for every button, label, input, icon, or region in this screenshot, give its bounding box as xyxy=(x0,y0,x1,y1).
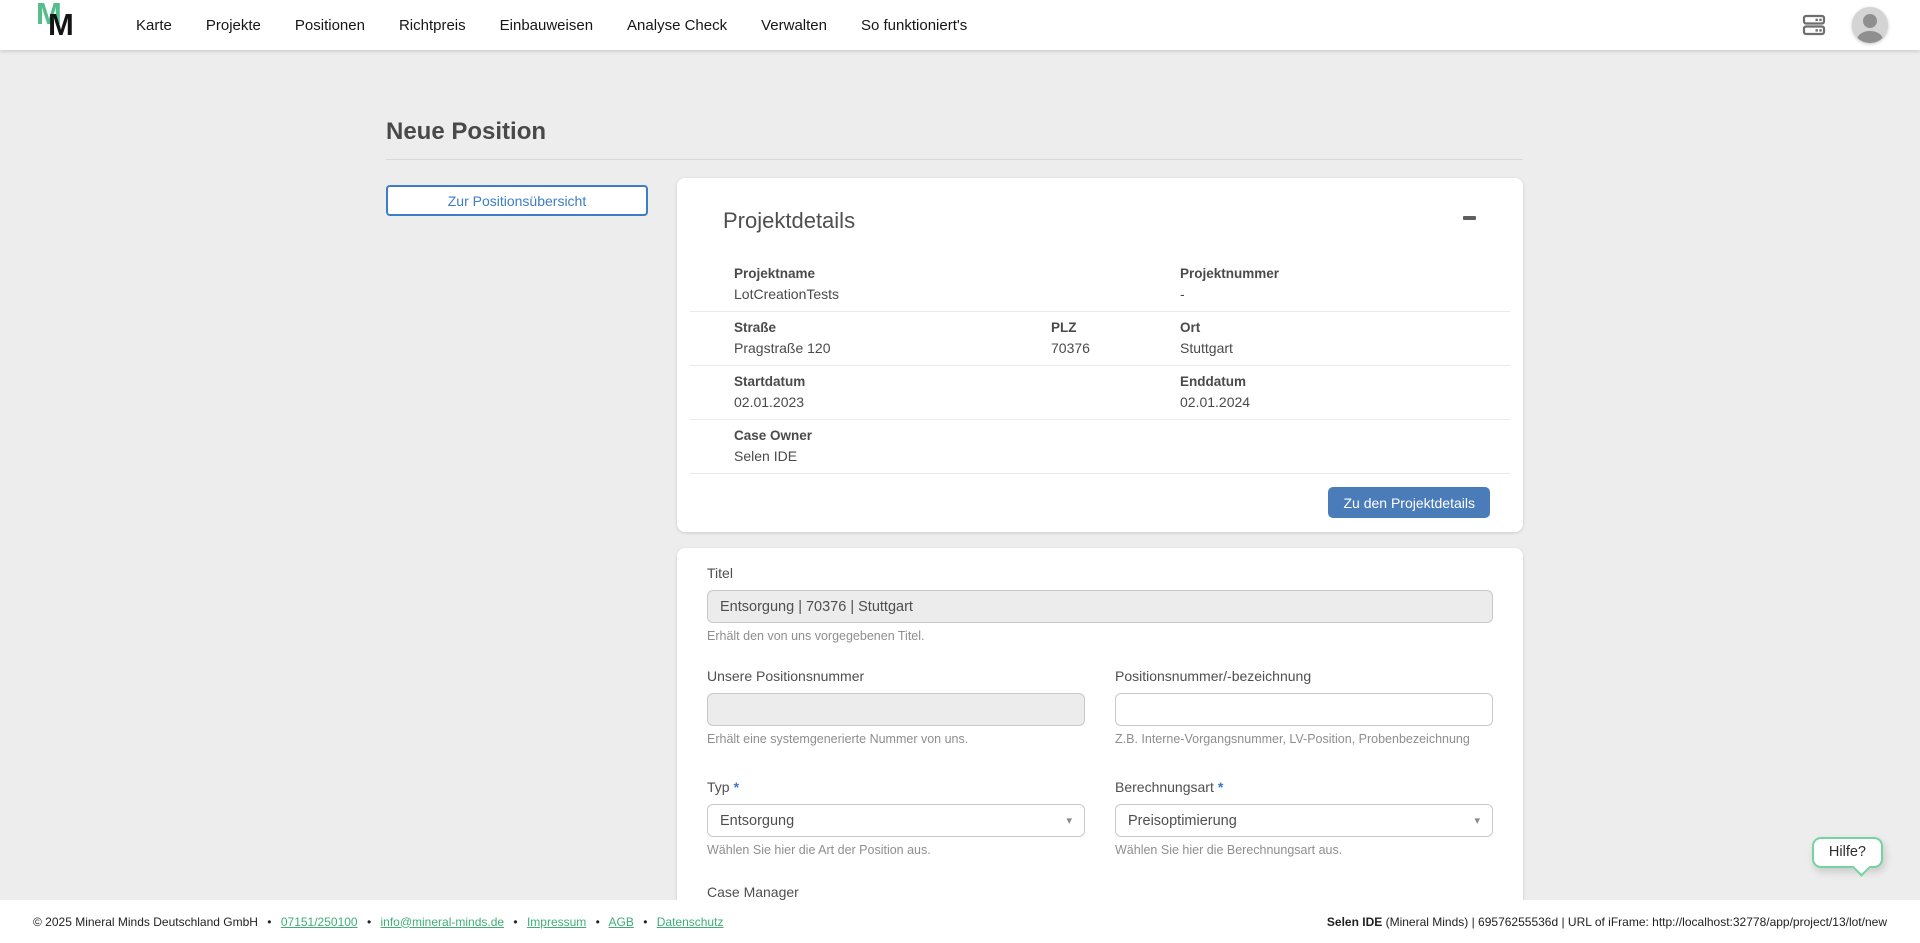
titel-field-group: Titel Erhält den von uns vorgegebenen Ti… xyxy=(707,565,1493,644)
nav-item-analyse-check[interactable]: Analyse Check xyxy=(627,17,727,34)
right-column: Projektdetails Projektname LotCreationTe… xyxy=(677,160,1523,943)
berechnungsart-helper: Wählen Sie hier die Berechnungsart aus. xyxy=(1115,843,1493,858)
positionsnummer-label: Positionsnummer/-bezeichnung xyxy=(1115,668,1493,685)
separator-dot: • xyxy=(367,915,371,929)
chevron-down-icon: ▾ xyxy=(1066,814,1072,827)
case-manager-label: Case Manager xyxy=(707,884,1085,901)
unsere-positionsnummer-field-group: Unsere Positionsnummer Erhält eine syste… xyxy=(707,668,1085,747)
avatar-head-icon xyxy=(1863,14,1877,28)
table-row: Case Owner Selen IDE xyxy=(690,420,1510,474)
nav-item-projekte[interactable]: Projekte xyxy=(206,17,261,34)
separator-dot: • xyxy=(267,915,271,929)
berechnungsart-field-group: Berechnungsart* Preisoptimierung ▾ Wähle… xyxy=(1115,779,1493,858)
typ-select[interactable]: Entsorgung ▾ xyxy=(707,804,1085,837)
separator-dot: • xyxy=(596,915,600,929)
main-content: Neue Position Zur Positionsübersicht Pro… xyxy=(386,118,1523,943)
field-value: 02.01.2024 xyxy=(1180,394,1510,411)
field-label: Straße xyxy=(734,320,1051,336)
minus-icon xyxy=(1463,216,1476,220)
unsere-positionsnummer-helper: Erhält eine systemgenerierte Nummer von … xyxy=(707,732,1085,747)
positionsnummer-input[interactable] xyxy=(1115,693,1493,726)
field-label: Projektname xyxy=(734,266,1180,282)
field-value: Stuttgart xyxy=(1180,340,1510,357)
table-row: Startdatum 02.01.2023 Enddatum 02.01.202… xyxy=(690,366,1510,420)
field-label: Projektnummer xyxy=(1180,266,1510,282)
avatar-body-icon xyxy=(1857,31,1883,43)
speech-bubble-tail xyxy=(1852,858,1870,876)
footer-left: © 2025 Mineral Minds Deutschland GmbH • … xyxy=(33,915,723,929)
berechnungsart-select[interactable]: Preisoptimierung ▾ xyxy=(1115,804,1493,837)
field-value: LotCreationTests xyxy=(734,286,1180,303)
logo-black-m: M xyxy=(48,9,73,40)
page-title: Neue Position xyxy=(386,118,1523,146)
field-label: Startdatum xyxy=(734,374,1180,390)
nav-item-positionen[interactable]: Positionen xyxy=(295,17,365,34)
table-row: Projektname LotCreationTests Projektnumm… xyxy=(690,258,1510,312)
berechnungsart-select-value: Preisoptimierung xyxy=(1128,813,1237,829)
help-button[interactable]: Hilfe? xyxy=(1812,837,1883,868)
user-avatar[interactable] xyxy=(1852,7,1888,43)
typ-field-group: Typ* Entsorgung ▾ Wählen Sie hier die Ar… xyxy=(707,779,1085,858)
field-value: Pragstraße 120 xyxy=(734,340,1051,357)
project-details-table: Projektname LotCreationTests Projektnumm… xyxy=(690,258,1510,474)
nav-item-richtpreis[interactable]: Richtpreis xyxy=(399,17,466,34)
datenschutz-link[interactable]: Datenschutz xyxy=(657,915,724,929)
new-position-form-card: Titel Erhält den von uns vorgegebenen Ti… xyxy=(677,548,1523,943)
go-to-project-details-button[interactable]: Zu den Projektdetails xyxy=(1328,487,1490,518)
typ-select-value: Entsorgung xyxy=(720,813,794,829)
titel-input xyxy=(707,590,1493,623)
agb-link[interactable]: AGB xyxy=(609,915,634,929)
header-actions xyxy=(1800,7,1888,43)
server-stack-icon[interactable] xyxy=(1800,11,1828,39)
footer: © 2025 Mineral Minds Deutschland GmbH • … xyxy=(0,900,1920,943)
positionsnummer-field-group: Positionsnummer/-bezeichnung Z.B. Intern… xyxy=(1115,668,1493,747)
field-label: PLZ xyxy=(1051,320,1180,336)
nav-item-so-funktionierts[interactable]: So funktioniert's xyxy=(861,17,967,34)
mineral-minds-logo[interactable]: M M xyxy=(32,0,88,50)
separator-dot: • xyxy=(643,915,647,929)
nav-item-einbauweisen[interactable]: Einbauweisen xyxy=(500,17,593,34)
typ-label: Typ* xyxy=(707,779,1085,796)
copyright-text: © 2025 Mineral Minds Deutschland GmbH xyxy=(33,915,258,929)
field-value: 70376 xyxy=(1051,340,1180,357)
field-label: Enddatum xyxy=(1180,374,1510,390)
field-label: Ort xyxy=(1180,320,1510,336)
titel-label: Titel xyxy=(707,565,1493,582)
position-overview-button[interactable]: Zur Positionsübersicht xyxy=(386,185,648,216)
field-value: - xyxy=(1180,286,1510,303)
chevron-down-icon: ▾ xyxy=(1474,814,1480,827)
collapse-button[interactable] xyxy=(1461,208,1478,228)
required-asterisk: * xyxy=(1218,779,1223,795)
berechnungsart-label: Berechnungsart* xyxy=(1115,779,1493,796)
project-details-title: Projektdetails xyxy=(723,208,855,234)
typ-helper: Wählen Sie hier die Art der Position aus… xyxy=(707,843,1085,858)
titel-helper: Erhält den von uns vorgegebenen Titel. xyxy=(707,629,1493,644)
left-column: Zur Positionsübersicht xyxy=(386,160,648,216)
footer-session-info: Selen IDE (Mineral Minds) | 69576255536d… xyxy=(1327,915,1887,929)
nav-item-karte[interactable]: Karte xyxy=(136,17,172,34)
separator-dot: • xyxy=(513,915,517,929)
table-row: Straße Pragstraße 120 PLZ 70376 Ort Stut… xyxy=(690,312,1510,366)
required-asterisk: * xyxy=(734,779,739,795)
field-value: 02.01.2023 xyxy=(734,394,1180,411)
positionsnummer-helper: Z.B. Interne-Vorgangsnummer, LV-Position… xyxy=(1115,732,1493,747)
main-nav: Karte Projekte Positionen Richtpreis Ein… xyxy=(136,17,967,34)
session-user: Selen IDE xyxy=(1327,915,1382,929)
phone-link[interactable]: 07151/250100 xyxy=(281,915,358,929)
unsere-positionsnummer-label: Unsere Positionsnummer xyxy=(707,668,1085,685)
impressum-link[interactable]: Impressum xyxy=(527,915,586,929)
email-link[interactable]: info@mineral-minds.de xyxy=(380,915,504,929)
field-value: Selen IDE xyxy=(734,448,1180,465)
nav-item-verwalten[interactable]: Verwalten xyxy=(761,17,827,34)
project-details-card: Projektdetails Projektname LotCreationTe… xyxy=(677,178,1523,532)
field-label: Case Owner xyxy=(734,428,1180,444)
unsere-positionsnummer-input xyxy=(707,693,1085,726)
top-nav-bar: M M Karte Projekte Positionen Richtpreis… xyxy=(0,0,1920,50)
session-details: (Mineral Minds) | 69576255536d | URL of … xyxy=(1382,915,1887,929)
